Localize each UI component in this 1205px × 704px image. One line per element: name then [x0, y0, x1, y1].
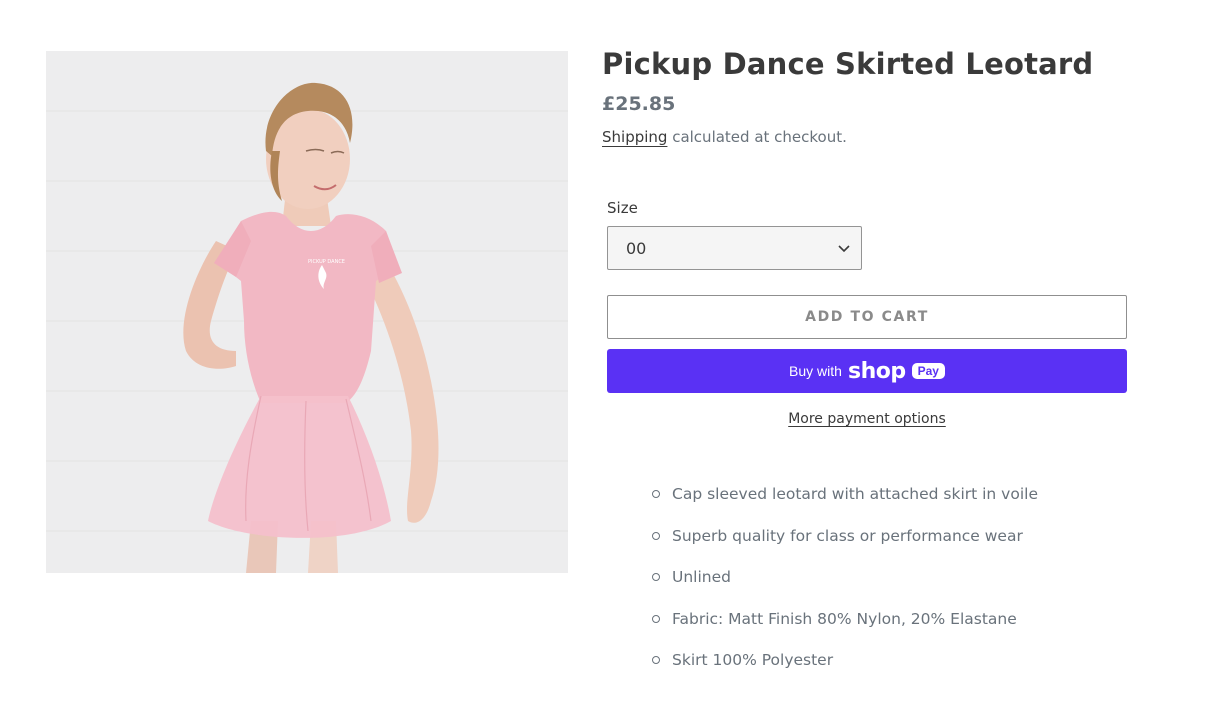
- size-select[interactable]: 00: [607, 226, 862, 270]
- bullet-icon: [652, 656, 660, 664]
- feature-text: Cap sleeved leotard with attached skirt …: [672, 485, 1038, 503]
- shop-pay-logo: shop: [847, 358, 906, 384]
- bullet-icon: [652, 614, 660, 623]
- list-item: Skirt 100% Polyester: [652, 648, 1038, 690]
- bullet-icon: [652, 531, 660, 540]
- feature-text: Skirt 100% Polyester: [672, 651, 834, 669]
- list-item: Unlined: [652, 565, 1038, 607]
- product-price: £25.85: [602, 93, 676, 115]
- shipping-note: Shipping calculated at checkout.: [602, 126, 1142, 148]
- product-image[interactable]: PICKUP DANCE: [46, 51, 568, 573]
- list-item: Fabric: Matt Finish 80% Nylon, 20% Elast…: [652, 607, 1038, 649]
- feature-text: Fabric: Matt Finish 80% Nylon, 20% Elast…: [672, 609, 1017, 628]
- shop-pay-prefix: Buy with: [789, 363, 842, 379]
- product-info: Pickup Dance Skirted Leotard £25.85 Ship…: [602, 44, 1142, 669]
- feature-text: Unlined: [672, 568, 731, 586]
- feature-text: Superb quality for class or performance …: [672, 526, 1023, 545]
- bullet-icon: [652, 573, 660, 581]
- list-item: Cap sleeved leotard with attached skirt …: [652, 482, 1038, 524]
- product-title: Pickup Dance Skirted Leotard: [602, 47, 1094, 81]
- shipping-link[interactable]: Shipping: [602, 128, 667, 146]
- add-to-cart-button[interactable]: ADD TO CART: [607, 295, 1127, 339]
- size-selected-value: 00: [626, 238, 647, 258]
- shipping-suffix: calculated at checkout.: [667, 128, 847, 146]
- feature-list: Cap sleeved leotard with attached skirt …: [652, 482, 1038, 690]
- leotard-photo: PICKUP DANCE: [46, 51, 568, 573]
- list-item: Superb quality for class or performance …: [652, 524, 1038, 566]
- bullet-icon: [652, 490, 660, 498]
- chevron-down-icon: [838, 245, 850, 253]
- size-label: Size: [607, 199, 638, 217]
- shop-pay-pill: Pay: [911, 363, 945, 379]
- logo-text: PICKUP DANCE: [308, 259, 345, 265]
- buy-with-shop-pay-button[interactable]: Buy with shop Pay: [607, 349, 1127, 393]
- more-payment-options-link[interactable]: More payment options: [607, 411, 1127, 427]
